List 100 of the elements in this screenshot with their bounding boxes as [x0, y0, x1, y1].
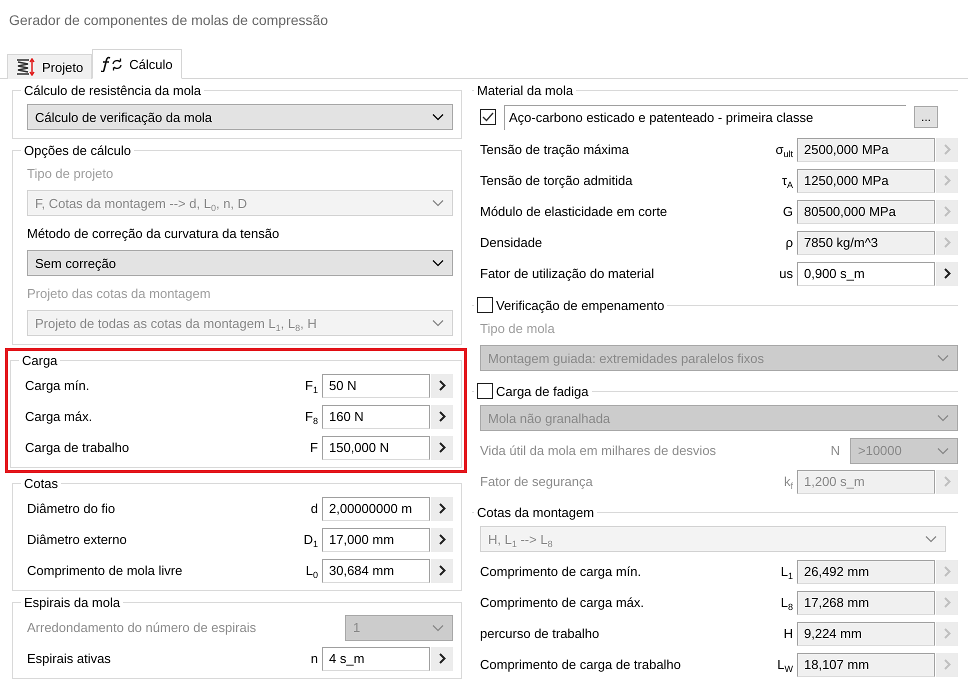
input-field[interactable]: 30,684 mm: [322, 558, 430, 582]
input-field[interactable]: 17,268 mm: [797, 590, 935, 614]
tab[interactable]: Projeto: [7, 54, 92, 79]
input-field[interactable]: 160 N: [322, 404, 430, 428]
field-label: Vida útil da mola em milhares de desvios: [480, 443, 718, 458]
chevron-down-icon: [925, 535, 937, 543]
material-field[interactable]: Aço-carbono esticado e patenteado - primeira classe: [504, 104, 906, 130]
group-title: Material da mola: [477, 83, 574, 98]
chevron-down-icon: [432, 113, 444, 121]
field-label: Tensão de tração máxima: [480, 142, 630, 157]
input-field[interactable]: 9,224 mm: [797, 622, 935, 646]
field-label: Módulo de elasticidade em corte: [480, 204, 668, 219]
chevron-down-icon: [432, 259, 444, 267]
field-label: Comprimento de carga mín.: [480, 564, 642, 579]
input-field[interactable]: 150,000 N: [322, 436, 430, 460]
input-field[interactable]: 26,492 mm: [797, 560, 935, 584]
arrow-button[interactable]: [431, 528, 453, 552]
symbol: F: [310, 440, 318, 455]
arrow-button[interactable]: [431, 436, 453, 460]
chevron-down-icon: [937, 414, 949, 422]
chevron-right-icon: [438, 503, 446, 514]
checkbox[interactable]: [480, 109, 496, 125]
arrow-button[interactable]: [431, 558, 453, 582]
chevron-right-icon: [944, 476, 950, 487]
chevron-right-icon: [944, 268, 950, 279]
spring-icon: [16, 58, 36, 76]
chevron-down-icon: [432, 199, 444, 207]
symbol: L$_{W}$: [777, 657, 793, 672]
input-field[interactable]: 80500,000 MPa: [797, 200, 935, 224]
input-field[interactable]: 50 N: [322, 374, 430, 398]
arrow-button[interactable]: [936, 262, 958, 286]
chevron-right-icon: [944, 237, 950, 248]
input-field[interactable]: 4 s_m: [322, 646, 430, 670]
symbol: L$_{0}$: [306, 563, 318, 578]
chevron-right-icon: [438, 442, 446, 453]
symbol: H: [784, 626, 793, 641]
symbol: G: [782, 204, 793, 219]
chevron-right-icon: [944, 144, 950, 155]
chevron-right-icon: [438, 380, 446, 391]
symbol: L$_{8}$: [780, 595, 793, 610]
input-field[interactable]: 7850 kg/m^3: [797, 230, 935, 254]
chevron-right-icon: [438, 534, 446, 545]
chevron-right-icon: [438, 565, 446, 576]
input-field[interactable]: 2,00000000 m: [322, 496, 430, 520]
symbol: k$_{f}$: [784, 474, 793, 489]
chevron-down-icon: [432, 319, 444, 327]
symbol: F$_{1}$: [305, 378, 318, 393]
window-title: Gerador de componentes de molas de compressão: [9, 12, 328, 28]
browse-button[interactable]: ...: [914, 106, 938, 128]
chevron-right-icon: [944, 597, 950, 608]
field-label: Tipo de projeto: [27, 164, 114, 183]
group-title: Cotas: [24, 476, 58, 491]
field-label: Fator de utilização do material: [480, 266, 656, 281]
group-title: Verificação de empenamento: [496, 298, 664, 312]
field-label: Arredondamento do número de espirais: [27, 620, 258, 635]
chevron-down-icon: [432, 624, 444, 632]
input-field[interactable]: 0,900 s_m: [797, 262, 935, 286]
input-field[interactable]: 18,107 mm: [797, 652, 935, 676]
field-label: Espirais ativas: [27, 651, 112, 666]
field-label: Diâmetro do fio: [27, 501, 116, 516]
function-icon: [101, 56, 124, 72]
arrow-button[interactable]: [431, 404, 453, 428]
dropdown[interactable]: Cálculo de verificação da mola: [27, 104, 453, 130]
input-field[interactable]: 1250,000 MPa: [797, 168, 935, 192]
symbol: D$_{1}$: [304, 532, 318, 547]
field-label: Método de correção da curvatura da tensão: [27, 224, 280, 243]
checkbox[interactable]: [477, 297, 493, 313]
group-title: Espirais da mola: [24, 595, 120, 610]
field-label: Diâmetro externo: [27, 532, 128, 547]
group-title: Carga: [22, 353, 58, 368]
group-title: Cotas da montagem: [477, 505, 594, 520]
field-label: Comprimento de carga de trabalho: [480, 657, 682, 672]
chevron-right-icon: [944, 175, 950, 186]
chevron-right-icon: [944, 659, 950, 670]
symbol: us: [779, 266, 793, 281]
checkbox[interactable]: [477, 383, 493, 399]
field-label: Fator de segurança: [480, 474, 594, 489]
tab[interactable]: Cálculo: [92, 49, 182, 79]
dropdown[interactable]: Sem correção: [27, 250, 453, 276]
chevron-right-icon: [944, 628, 950, 639]
chevron-right-icon: [944, 206, 950, 217]
symbol: N: [830, 443, 840, 458]
arrow-button[interactable]: [431, 646, 453, 670]
field-label: percurso de trabalho: [480, 626, 600, 641]
input-field[interactable]: 2500,000 MPa: [797, 138, 935, 162]
field-label: Comprimento de mola livre: [27, 563, 184, 578]
field-label: Tipo de mola: [480, 320, 556, 338]
input-field[interactable]: 17,000 mm: [322, 528, 430, 552]
field-label: Carga de trabalho: [25, 440, 130, 455]
group-title: Cálculo de resistência da mola: [24, 83, 202, 98]
arrow-button[interactable]: [431, 496, 453, 520]
arrow-button[interactable]: [431, 374, 453, 398]
group-title: Opções de cálculo: [24, 143, 131, 158]
chevron-down-icon: [937, 446, 949, 454]
symbol: ρ: [786, 235, 793, 250]
group-title: Carga de fadiga: [496, 384, 589, 398]
symbol: n: [310, 651, 318, 666]
symbol: τ$_{A}$: [782, 173, 793, 188]
chevron-right-icon: [438, 411, 446, 422]
field-label: Carga máx.: [25, 409, 94, 424]
